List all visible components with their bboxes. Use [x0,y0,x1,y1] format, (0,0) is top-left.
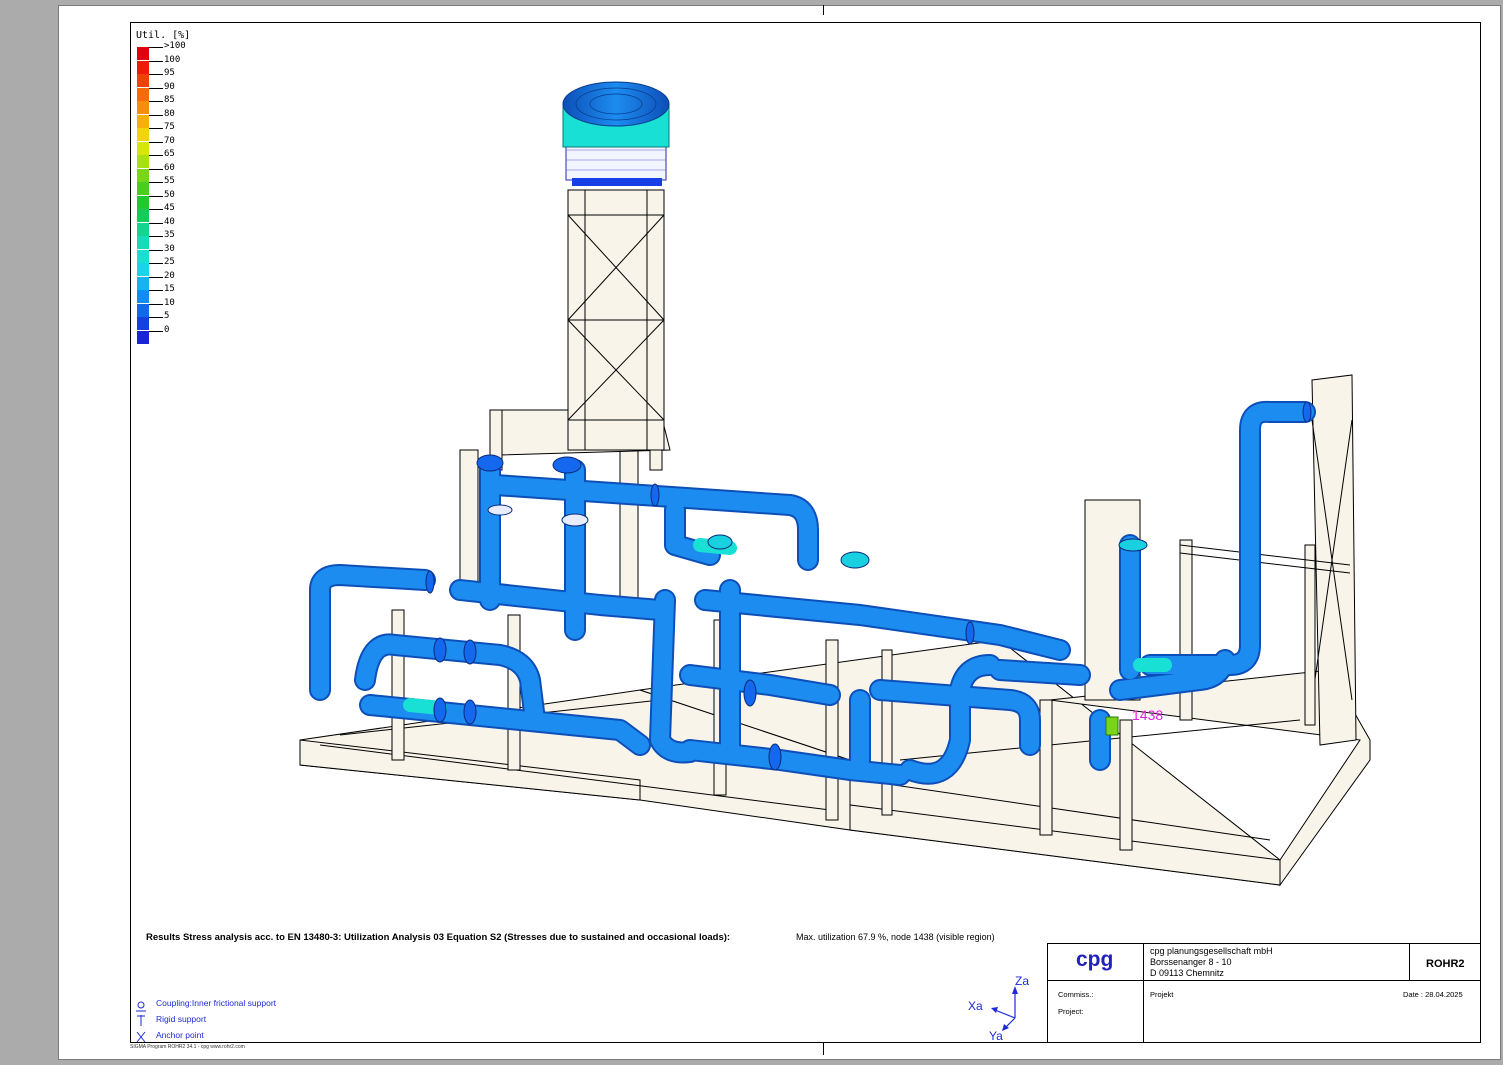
rigid-support-icon [137,1015,145,1026]
anchor-point-icon [136,1031,146,1043]
company-logo: cpg [1076,948,1114,971]
commiss-label: Commiss.: [1058,990,1094,999]
date-value: 28.04.2025 [1425,990,1463,999]
company-city: D 09113 Chemnitz [1150,968,1224,978]
company-name: cpg planungsgesellschaft mbH [1150,946,1273,956]
date-label: Date : [1403,990,1424,999]
max-utilization: Max. utilization 67.9 %, node 1438 (visi… [796,932,995,942]
steel-structure [299,374,1371,887]
project-label: Project: [1058,1007,1084,1016]
projekt-value: Projekt [1150,990,1174,999]
tank-vessel [562,81,670,186]
axis-triad: Xa Ya Za [968,974,1029,1043]
hotspot-node[interactable]: 1438 [1105,707,1163,736]
date-field: Date : 28.04.2025 [1403,990,1463,999]
axis-x-label: Xa [968,999,983,1013]
axis-z-label: Za [1015,974,1029,988]
symbol-label-rigid: Rigid support [156,1014,207,1024]
program-footer: SIGMA Program ROHR2 34.1 - cpg www.rohr2… [130,1044,245,1050]
coupling-icon [136,1001,146,1012]
axis-y-label: Ya [989,1029,1003,1043]
company-address: cpg planungsgesellschaft mbH Borssenange… [1150,946,1273,979]
pipe-model-view[interactable]: 1438 [0,0,1503,1065]
tank-tower [567,189,665,451]
node-label: 1438 [1132,707,1163,723]
program-name: ROHR2 [1426,958,1465,970]
company-street: Borssenanger 8 - 10 [1150,957,1232,967]
tb-vline-2 [1409,943,1410,980]
symbol-label-coupling: Coupling:Inner frictional support [156,998,277,1008]
tb-vline-1 [1143,943,1144,1043]
tb-hline [1047,980,1481,981]
symbol-label-anchor: Anchor point [156,1030,204,1040]
result-title: Results Stress analysis acc. to EN 13480… [146,932,731,943]
